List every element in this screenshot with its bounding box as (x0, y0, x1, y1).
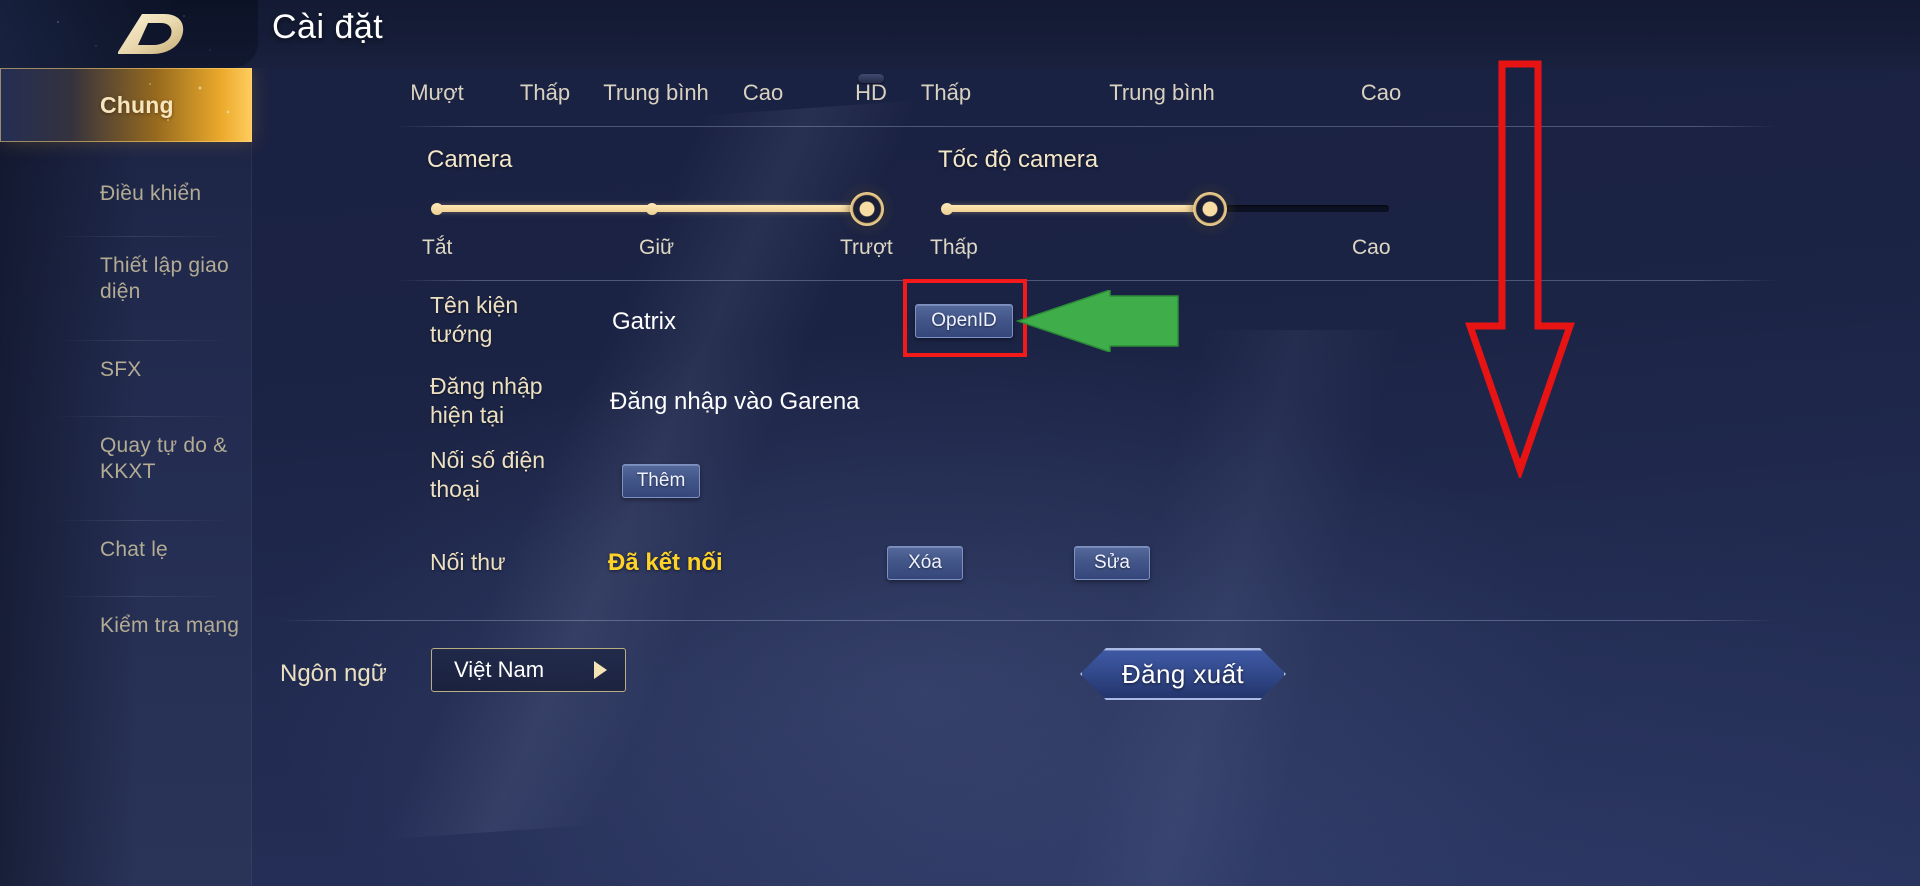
sidebar-active-glow (0, 68, 252, 142)
row-value-current-login: Đăng nhập vào Garena (610, 388, 860, 415)
selected-indicator-pill (858, 74, 884, 83)
delete-mail-button[interactable]: Xóa (887, 546, 963, 580)
camera-slider-tick-dot-1 (646, 202, 658, 215)
quality-option-trung-binh-2[interactable]: Trung bình (1109, 80, 1215, 106)
sidebar-item-label: Chat lẹ (100, 537, 168, 561)
openid-button[interactable]: OpenID (915, 304, 1013, 338)
camera-speed-tick-label-thap: Thấp (930, 236, 978, 259)
camera-tick-label-giu: Giữ (639, 236, 675, 259)
sidebar-divider (52, 596, 234, 597)
edit-mail-button[interactable]: Sửa (1074, 546, 1150, 580)
language-label: Ngôn ngữ (280, 660, 387, 687)
row-label-noi-so-dien-thoai: Nối số điện thoại (430, 447, 546, 503)
quality-option-muot[interactable]: Mượt (410, 80, 464, 106)
settings-screen: Cài đặt Chung Điều khiển Thiết lập giao … (0, 0, 1920, 886)
settings-content: Mượt Thấp Trung bình Cao HD Thấp Trung b… (252, 68, 1920, 886)
camera-speed-slider-title: Tốc độ camera (938, 146, 1099, 173)
sidebar-item-label: Kiểm tra mạng (100, 613, 240, 637)
camera-speed-slider-thumb[interactable] (1193, 191, 1227, 226)
row-value-champion-name: Gatrix (612, 308, 677, 335)
row-label-dang-nhap-hien-tai: Đăng nhập hiện tại (430, 373, 543, 429)
title-bar: Cài đặt (0, 0, 1920, 68)
sidebar-item-label: Điều khiển (100, 181, 202, 205)
quality-option-cao-2[interactable]: Cao (1361, 80, 1401, 106)
sidebar-item-sfx[interactable]: SFX (0, 340, 252, 400)
sidebar-item-dieu-khien[interactable]: Điều khiển (0, 160, 252, 228)
camera-tick-label-tat: Tắt (422, 236, 453, 259)
sidebar-item-chat-le[interactable]: Chat lẹ (0, 520, 252, 580)
sidebar-divider (52, 416, 234, 417)
sidebar-item-label: SFX (100, 357, 142, 381)
language-selected-value: Việt Nam (454, 657, 545, 682)
graphics-quality-row: Mượt Thấp Trung bình Cao HD Thấp Trung b… (252, 68, 1920, 128)
page-title: Cài đặt (272, 8, 384, 46)
sidebar-divider (52, 236, 234, 237)
d-emblem-icon (118, 14, 184, 54)
quality-option-trung-binh-1[interactable]: Trung bình (603, 80, 709, 106)
language-selector[interactable]: Việt Nam (431, 648, 626, 692)
camera-speed-slider-tick-dot-0 (941, 202, 953, 215)
logo-plate (0, 0, 258, 68)
quality-option-thap-1[interactable]: Thấp (520, 80, 570, 106)
status-badge-mail-connected: Đã kết nối (608, 549, 723, 576)
quality-option-cao-1[interactable]: Cao (743, 80, 783, 106)
camera-tick-label-truot: Trượt (840, 236, 893, 259)
sidebar-item-kiem-tra-mang[interactable]: Kiểm tra mạng (0, 596, 252, 656)
sidebar-item-chung[interactable]: Chung (0, 68, 252, 142)
chevron-right-icon (594, 661, 607, 679)
camera-speed-slider-fill (947, 205, 1208, 212)
row-label-ten-kien-tuong: Tên kiện tướng (430, 292, 519, 348)
sidebar-item-thiet-lap-giao-dien[interactable]: Thiết lập giao diện (0, 236, 252, 322)
quality-option-thap-2[interactable]: Thấp (921, 80, 971, 106)
row-label-noi-thu: Nối thư (430, 549, 506, 575)
sidebar-item-label: Thiết lập giao diện (100, 253, 229, 303)
quality-option-hd[interactable]: HD (855, 74, 887, 106)
camera-speed-tick-label-cao: Cao (1352, 236, 1391, 259)
logout-button[interactable]: Đăng xuất (1080, 648, 1286, 700)
divider-top (394, 126, 1778, 127)
sidebar-item-quay-tu-do-kkxt[interactable]: Quay tự do & KKXT (0, 416, 252, 502)
sidebar: Chung Điều khiển Thiết lập giao diện SFX… (0, 68, 252, 886)
quality-option-label: HD (855, 80, 887, 105)
divider-middle (394, 280, 1778, 281)
sidebar-divider (52, 520, 234, 521)
camera-slider-thumb[interactable] (850, 191, 884, 226)
camera-slider-title: Camera (427, 146, 513, 173)
sidebar-divider (52, 340, 234, 341)
camera-slider-tick-dot-0 (431, 202, 443, 215)
sidebar-item-label: Quay tự do & KKXT (100, 433, 228, 483)
divider-bottom (278, 620, 1778, 621)
add-phone-button[interactable]: Thêm (622, 464, 700, 498)
